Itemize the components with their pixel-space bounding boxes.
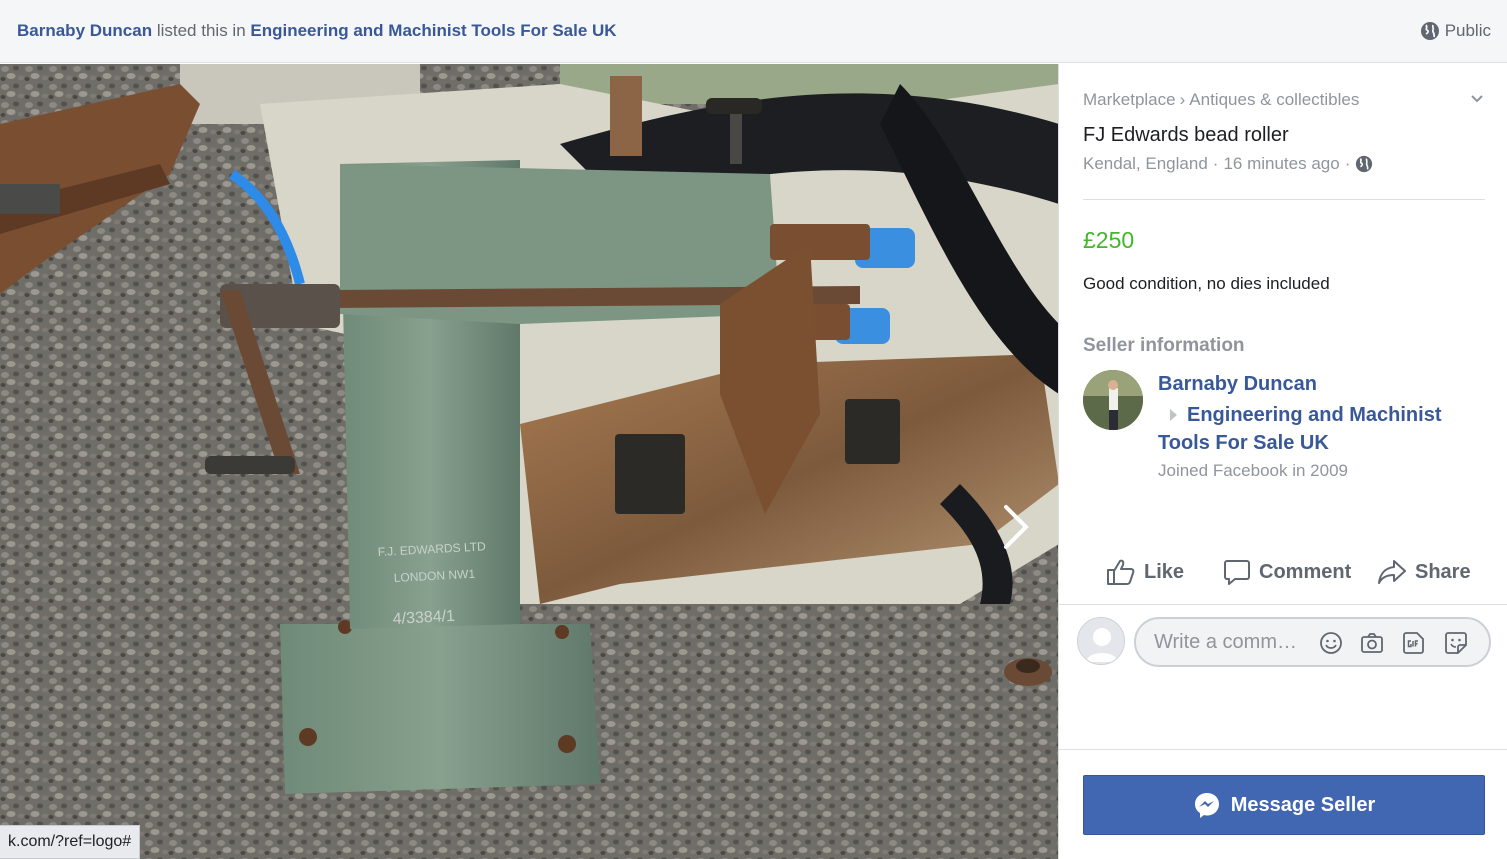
comment-label: Comment (1259, 560, 1352, 583)
caret-right-icon (1170, 408, 1177, 421)
share-button[interactable]: Share (1377, 558, 1471, 586)
category-breadcrumb: Marketplace › Antiques & collectibles (1083, 90, 1359, 110)
visibility-label: Public (1444, 21, 1491, 40)
listing-meta: Kendal, England · 16 minutes ago · (1083, 154, 1373, 174)
seller-joined: Joined Facebook in 2009 (1158, 461, 1348, 480)
seller-name-link[interactable]: Barnaby Duncan (1158, 373, 1317, 396)
emoji-icon[interactable] (1319, 631, 1343, 655)
browser-status-url: k.com/?ref=logo# (0, 825, 141, 859)
listed-text: listed this in (156, 21, 246, 40)
listing-header: Barnaby Duncan listed this in Engineerin… (0, 0, 1507, 63)
chevron-right-icon (1004, 505, 1029, 549)
meta-separator: · (1344, 154, 1351, 173)
visibility-indicator[interactable]: Public (1420, 21, 1491, 41)
seller-group-label: Engineering and Machinist Tools For Sale… (1158, 404, 1442, 454)
comment-button[interactable]: Comment (1223, 558, 1351, 586)
comment-input[interactable] (1154, 631, 1304, 654)
header-group-link[interactable]: Engineering and Machinist Tools For Sale… (250, 21, 616, 40)
thumbs-up-icon (1107, 559, 1135, 585)
globe-icon (1420, 22, 1439, 40)
meta-separator: · (1212, 154, 1219, 173)
listing-time[interactable]: 16 minutes ago (1223, 154, 1339, 174)
globe-icon (1356, 155, 1373, 173)
bead-roller-photo: F.J. EDWARDS LTD LONDON NW1 4/3384/1 (0, 64, 1059, 859)
message-seller-button[interactable]: Message Seller (1083, 775, 1485, 835)
default-avatar-icon (1078, 618, 1124, 664)
chevron-down-icon (1471, 95, 1483, 103)
divider (1083, 199, 1485, 200)
action-bar: Like Comment Share (1059, 552, 1507, 604)
comment-composer[interactable] (1134, 617, 1491, 667)
sticker-icon[interactable] (1444, 631, 1468, 655)
breadcrumb-marketplace[interactable]: Marketplace (1083, 90, 1176, 109)
breadcrumb-category[interactable]: Antiques & collectibles (1189, 90, 1359, 109)
engraving-line-3: 4/3384/1 (392, 608, 455, 628)
comment-icon (1224, 560, 1250, 585)
share-icon (1378, 560, 1406, 584)
seller-info-heading: Seller information (1083, 335, 1245, 356)
next-photo-button[interactable] (996, 502, 1036, 552)
listing-description: Good condition, no dies included (1083, 274, 1330, 293)
share-label: Share (1415, 560, 1471, 583)
listing-attribution: Barnaby Duncan listed this in Engineerin… (17, 21, 617, 41)
gif-icon[interactable] (1402, 631, 1426, 655)
listing-price: £250 (1083, 227, 1135, 253)
like-button[interactable]: Like (1106, 558, 1184, 586)
seller-group-link[interactable]: Engineering and Machinist Tools For Sale… (1158, 401, 1478, 457)
breadcrumb-separator: › (1179, 90, 1186, 109)
header-seller-link[interactable]: Barnaby Duncan (17, 21, 152, 40)
divider (1059, 604, 1507, 605)
avatar-photo (1083, 370, 1143, 430)
current-user-avatar (1077, 617, 1125, 665)
like-label: Like (1144, 560, 1185, 583)
camera-icon[interactable] (1360, 631, 1384, 655)
options-chevron-button[interactable] (1469, 92, 1485, 104)
messenger-icon (1194, 793, 1219, 818)
message-seller-label: Message Seller (1230, 793, 1376, 816)
listing-details-panel: Marketplace › Antiques & collectibles FJ E… (1059, 64, 1507, 859)
divider (1059, 749, 1507, 750)
listing-photo[interactable]: F.J. EDWARDS LTD LONDON NW1 4/3384/1 (0, 64, 1059, 859)
listing-location[interactable]: Kendal, England (1083, 154, 1208, 174)
seller-avatar[interactable] (1083, 370, 1143, 430)
listing-title: FJ Edwards bead roller (1083, 124, 1289, 146)
